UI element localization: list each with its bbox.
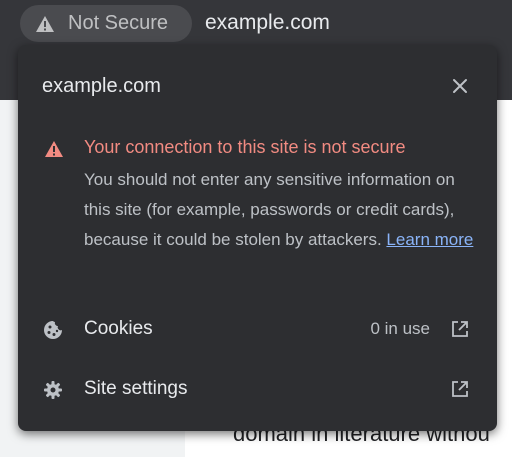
- popup-title: example.com: [42, 75, 161, 97]
- close-icon: [453, 79, 467, 93]
- cookies-row[interactable]: Cookies 0 in use: [18, 305, 497, 355]
- warning-triangle-icon: [36, 15, 54, 32]
- site-settings-label: Site settings: [84, 378, 188, 399]
- address-bar-url[interactable]: example.com: [205, 11, 330, 35]
- warning-body: You should not enter any sensitive infor…: [84, 165, 484, 255]
- site-info-popup: example.com Your connection to this site…: [18, 45, 497, 431]
- site-settings-row[interactable]: Site settings: [18, 365, 497, 415]
- learn-more-link[interactable]: Learn more: [386, 230, 473, 249]
- cookie-icon: [44, 321, 62, 339]
- open-external-icon[interactable]: [451, 380, 469, 398]
- security-chip-label: Not Secure: [68, 12, 169, 34]
- cookies-count: 0 in use: [370, 319, 430, 338]
- warning-triangle-icon: [45, 141, 63, 157]
- warning-title: Your connection to this site is not secu…: [84, 137, 406, 157]
- close-button[interactable]: [450, 76, 470, 96]
- open-external-icon[interactable]: [451, 320, 469, 338]
- gear-icon: [44, 381, 62, 399]
- security-indicator-button[interactable]: Not Secure: [20, 5, 192, 42]
- cookies-label: Cookies: [84, 318, 153, 339]
